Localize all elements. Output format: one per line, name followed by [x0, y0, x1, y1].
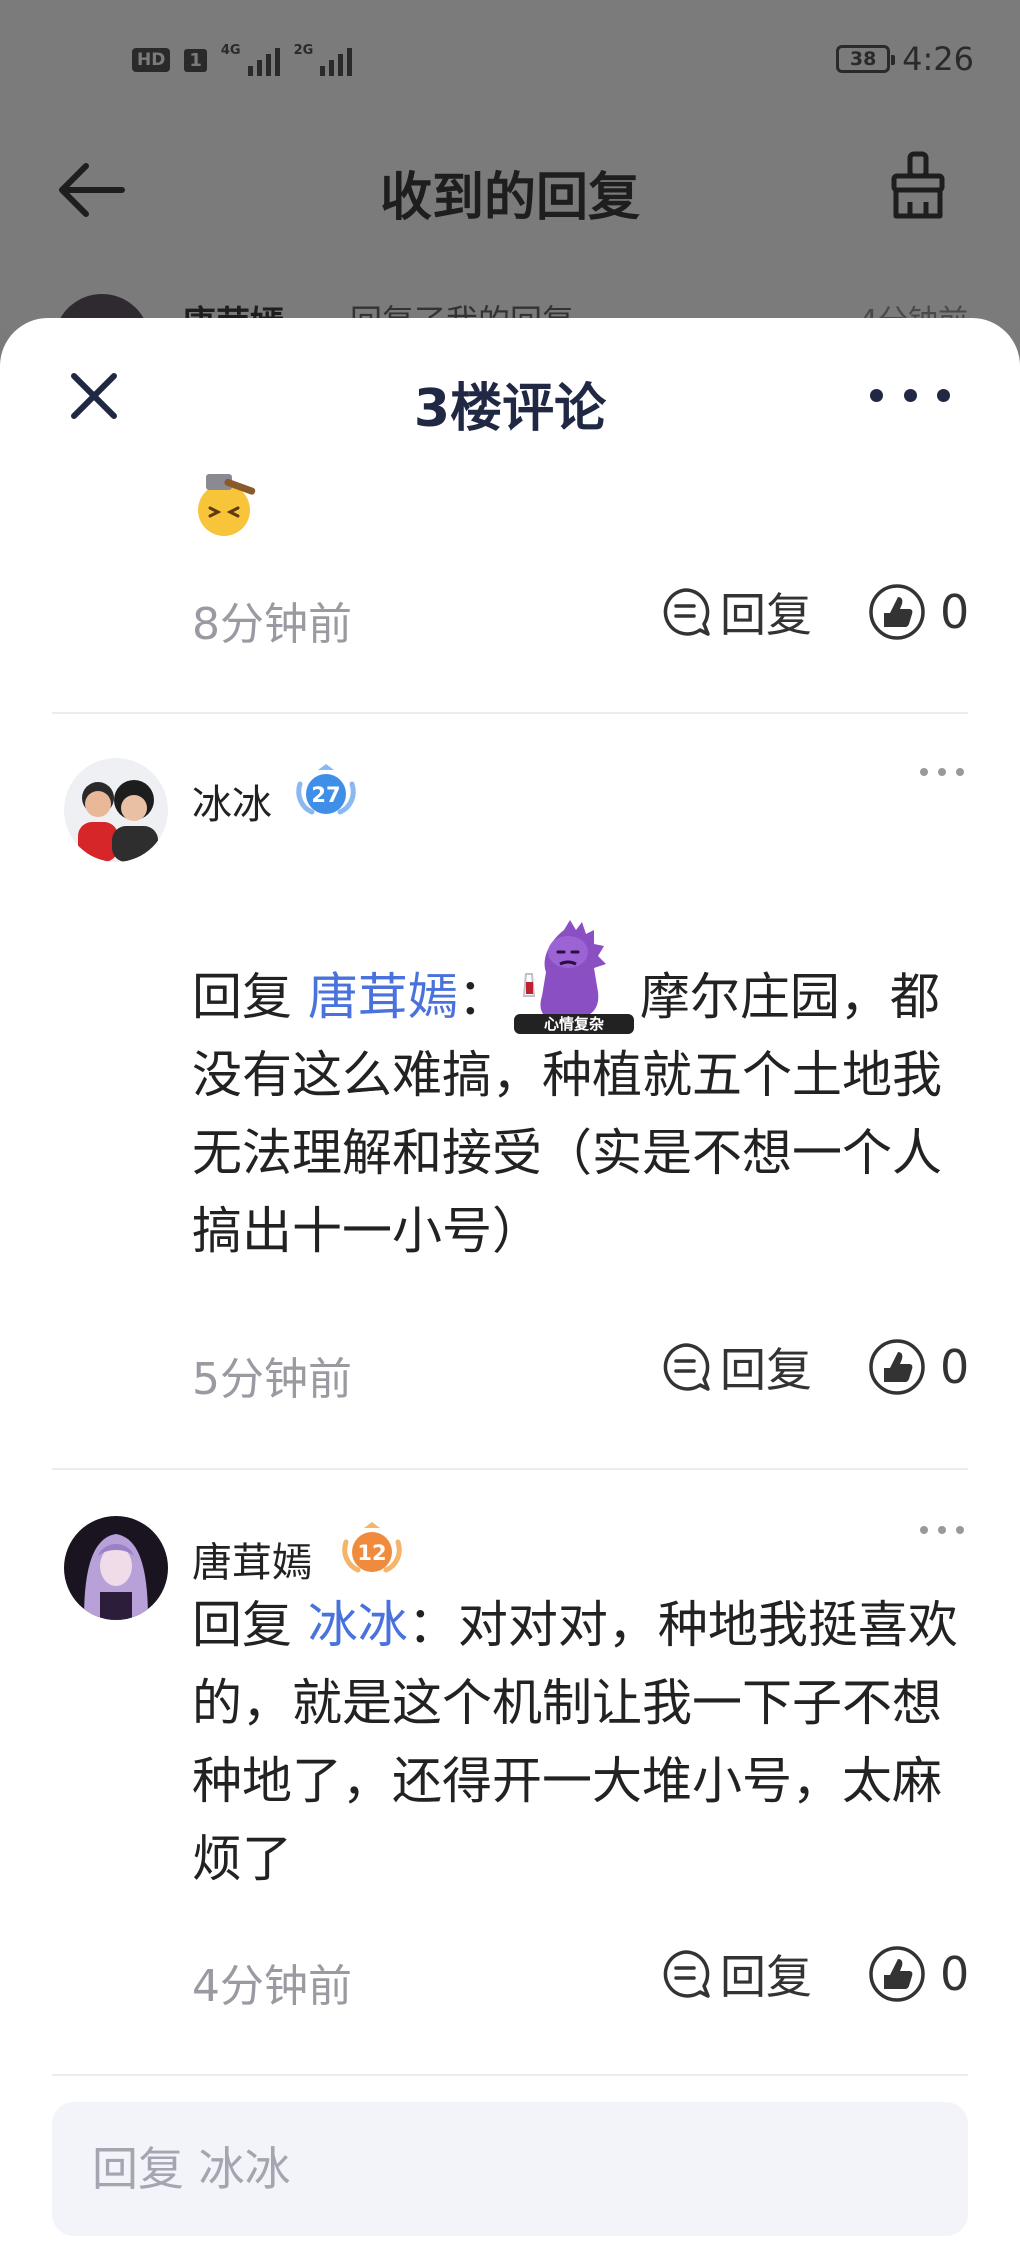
signal-icon: 4G — [221, 44, 280, 76]
comment-sheet: 3楼评论 8分钟前 回复 0 冰冰 27 回复 唐茸嫣： 心情复杂 摩尔庄园，都… — [0, 318, 1020, 2267]
like-button[interactable]: 0 — [868, 1942, 969, 2006]
avatar[interactable] — [64, 1516, 168, 1620]
svg-text:12: 12 — [357, 1541, 386, 1565]
comment-meta: 5分钟前 回复 0 — [192, 1335, 972, 1405]
svg-text:27: 27 — [311, 783, 340, 807]
username[interactable]: 冰冰 — [192, 772, 272, 830]
status-bar: HD 1 4G 2G 38 4:26 — [0, 0, 1020, 120]
sheet-title: 3楼评论 — [413, 379, 607, 439]
mention-link[interactable]: 唐茸嫣 — [308, 968, 458, 1026]
comment-body: 回复 冰冰：对对对，种地我挺喜欢的，就是这个机制让我一下子不想种地了，还得开一大… — [192, 1596, 958, 1888]
reply-button[interactable]: 回复 — [660, 580, 812, 644]
comment-meta: 4分钟前 回复 0 — [192, 1942, 972, 2012]
hammer-emoji-icon — [198, 474, 256, 536]
background-header: 收到的回复 — [0, 130, 1020, 240]
hd-indicator: HD — [132, 48, 171, 72]
comment-bubble-icon — [663, 588, 710, 636]
comment-body: 回复 唐茸嫣： 心情复杂 摩尔庄园，都没有这么难搞，种植就五个土地我无法理解和接… — [192, 916, 972, 1270]
level-badge-icon: 12 — [342, 1522, 402, 1573]
thumb-up-icon — [869, 584, 925, 640]
background-page: HD 1 4G 2G 38 4:26 收到的回复 唐茸嫣 回复了我的回复 4分钟… — [0, 0, 1020, 330]
avatar[interactable] — [64, 758, 168, 862]
divider — [52, 1468, 968, 1470]
dinosaur-sticker-icon: 心情复杂 — [513, 920, 634, 1034]
thumb-up-icon — [869, 1946, 925, 2002]
comment-more-icon[interactable] — [920, 1522, 964, 1538]
reply-input-container — [52, 2102, 968, 2236]
page-title: 收到的回复 — [379, 168, 640, 228]
more-icon[interactable] — [870, 370, 950, 420]
divider — [52, 2074, 968, 2076]
thumb-up-icon — [869, 1339, 925, 1395]
reply-input[interactable] — [52, 2102, 968, 2236]
mention-link[interactable]: 冰冰 — [308, 1596, 408, 1654]
comment-bubble-icon — [663, 1343, 710, 1391]
comment-more-icon[interactable] — [920, 764, 964, 780]
sheet-header: 3楼评论 — [0, 318, 1020, 458]
clock: 4:26 — [902, 40, 974, 78]
comment-header: 冰冰 27 — [64, 758, 964, 868]
battery-icon: 38 — [836, 45, 896, 73]
svg-text:心情复杂: 心情复杂 — [544, 1015, 604, 1033]
divider — [52, 712, 968, 714]
broom-icon[interactable] — [888, 150, 948, 222]
sim-indicator: 1 — [184, 48, 207, 72]
reply-button[interactable]: 回复 — [660, 1942, 812, 2006]
reply-button[interactable]: 回复 — [660, 1335, 812, 1399]
level-badge-icon: 27 — [296, 764, 356, 815]
comment-meta: 8分钟前 回复 0 — [192, 580, 972, 650]
username[interactable]: 唐茸嫣 — [192, 1530, 312, 1588]
like-button[interactable]: 0 — [868, 1335, 969, 1399]
signal-icon-2: 2G — [294, 44, 353, 76]
like-button[interactable]: 0 — [868, 580, 969, 644]
comment-bubble-icon — [663, 1950, 710, 1998]
